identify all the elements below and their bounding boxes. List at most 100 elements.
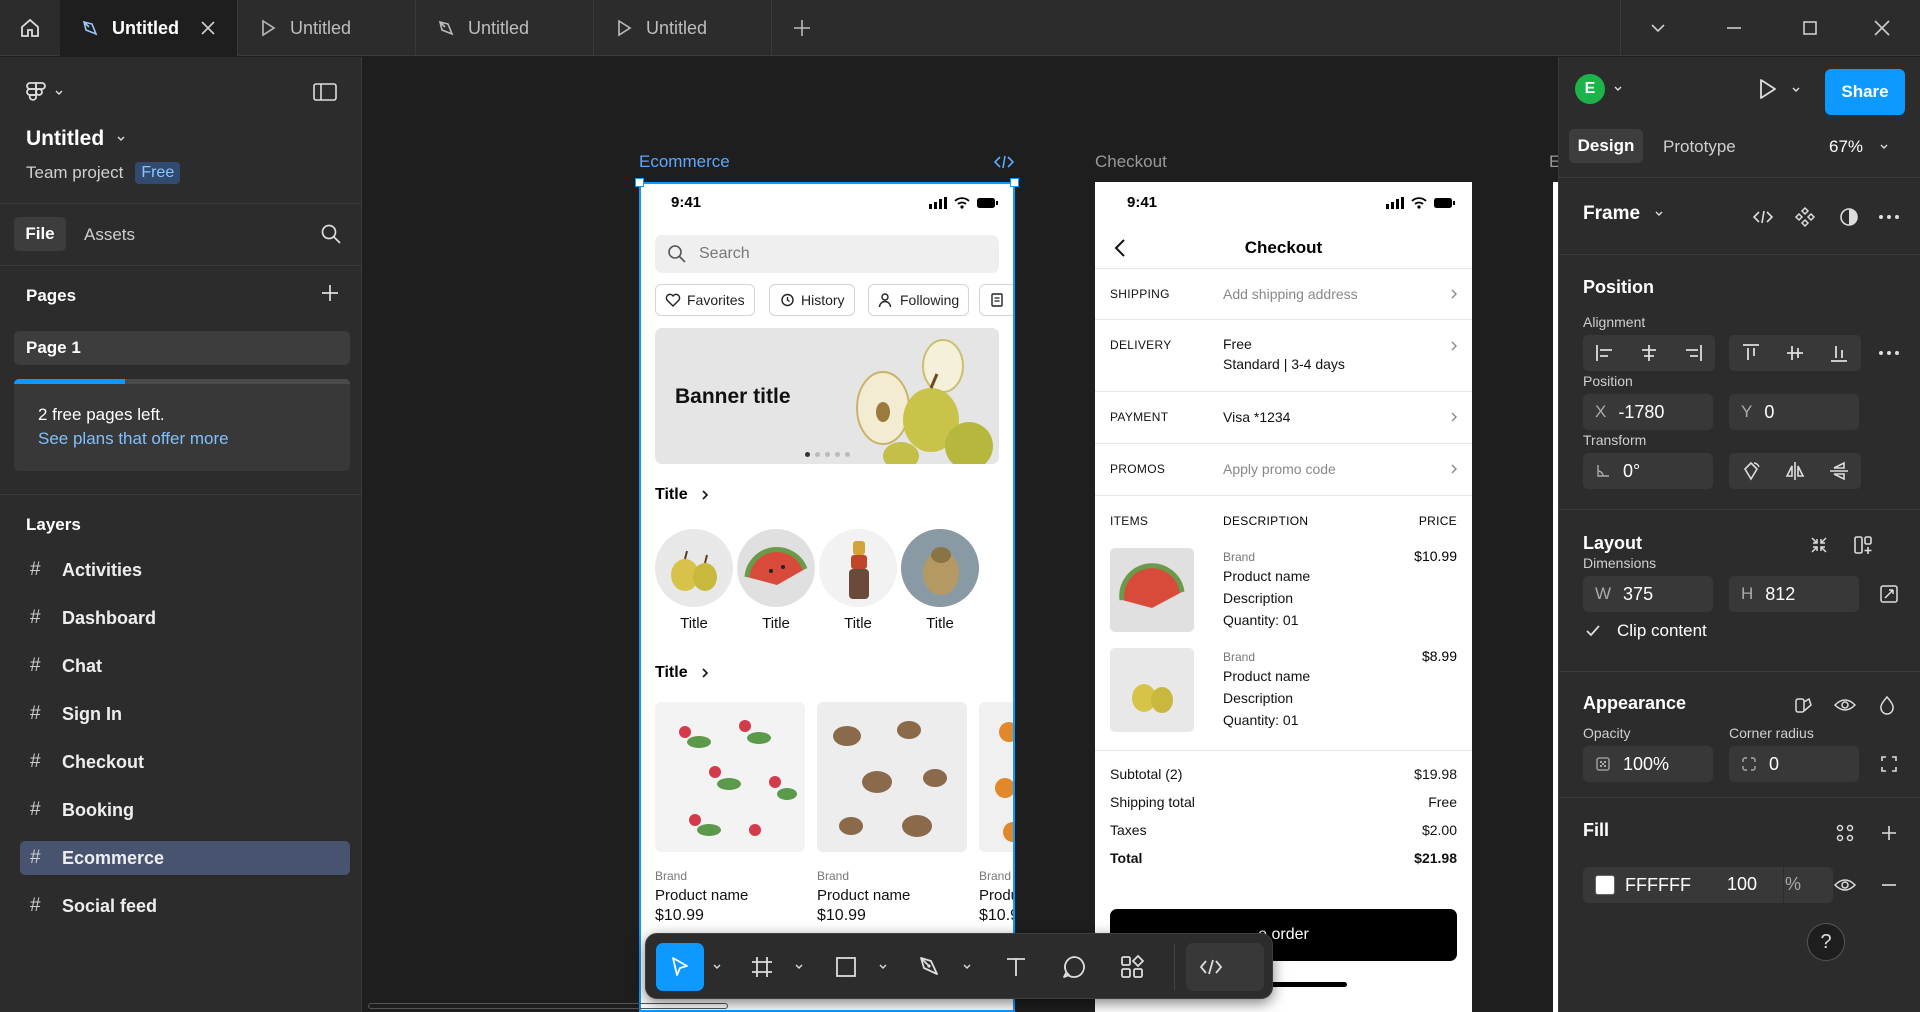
chip-more[interactable] xyxy=(979,284,1015,316)
layer-dashboard[interactable]: # Dashboard xyxy=(20,601,350,635)
carousel-dots[interactable] xyxy=(805,452,850,457)
category-image[interactable] xyxy=(819,529,897,607)
more-options-button[interactable] xyxy=(1871,199,1907,235)
file-title-button[interactable]: Untitled xyxy=(26,127,126,151)
actions-tool-button[interactable] xyxy=(1108,943,1156,991)
home-button[interactable] xyxy=(0,0,60,56)
x-position-input[interactable]: X -1780 xyxy=(1583,394,1713,430)
fill-swatch[interactable] xyxy=(1595,875,1615,895)
promos-row[interactable]: PROMOS Apply promo code xyxy=(1095,444,1472,496)
y-position-input[interactable]: Y0 xyxy=(1729,394,1859,430)
clip-content-checkbox[interactable]: Clip content xyxy=(1583,621,1707,641)
category-image[interactable] xyxy=(655,529,733,607)
close-icon[interactable] xyxy=(199,19,217,37)
add-fill-button[interactable] xyxy=(1871,815,1907,851)
dev-mode-toggle[interactable] xyxy=(1186,943,1264,991)
avatar[interactable]: E xyxy=(1575,74,1605,104)
align-left-icon[interactable] xyxy=(1594,342,1616,364)
category-image[interactable] xyxy=(737,529,815,607)
shipping-row[interactable]: SHIPPING Add shipping address xyxy=(1095,268,1472,320)
align-center-horizontal-icon[interactable] xyxy=(1638,342,1660,364)
search-button[interactable] xyxy=(320,223,342,245)
product-image[interactable] xyxy=(655,702,805,852)
opacity-input[interactable]: 100% xyxy=(1583,746,1713,782)
new-tab-button[interactable] xyxy=(772,0,832,56)
text-tool-button[interactable] xyxy=(992,943,1040,991)
prototype-tab[interactable]: Prototype xyxy=(1663,137,1736,157)
layer-chat[interactable]: # Chat xyxy=(20,649,350,683)
flip-horizontal-icon[interactable] xyxy=(1784,460,1806,482)
category-image[interactable] xyxy=(901,529,979,607)
code-button[interactable] xyxy=(1745,199,1781,235)
code-icon[interactable] xyxy=(993,154,1015,170)
share-button[interactable]: Share xyxy=(1825,69,1905,115)
resize-handle[interactable] xyxy=(1010,178,1019,187)
resize-to-fit-button[interactable] xyxy=(1871,576,1907,612)
checkout-frame[interactable]: 9:41 Checkout SHIPPING Add shipping addr… xyxy=(1095,182,1472,1012)
variable-modes-button[interactable] xyxy=(1785,687,1821,723)
comment-tool-button[interactable] xyxy=(1050,943,1098,991)
product-image[interactable] xyxy=(979,702,1015,852)
section-header[interactable]: Title xyxy=(655,664,710,682)
window-close-button[interactable] xyxy=(1844,0,1920,56)
individual-corners-button[interactable] xyxy=(1871,746,1907,782)
pen-tool-dropdown[interactable] xyxy=(956,943,978,991)
add-page-button[interactable] xyxy=(320,283,340,303)
zoom-control[interactable]: 67% xyxy=(1829,137,1889,157)
page-item[interactable]: Page 1 xyxy=(14,331,350,365)
align-right-icon[interactable] xyxy=(1682,342,1704,364)
minimize-button[interactable] xyxy=(1696,0,1772,56)
see-plans-link[interactable]: See plans that offer more xyxy=(38,429,229,449)
frame-label-checkout[interactable]: Checkout xyxy=(1095,152,1167,172)
assets-tab[interactable]: Assets xyxy=(84,225,135,245)
tab-untitled-4[interactable]: Untitled xyxy=(594,0,772,56)
rotation-input[interactable]: 0° xyxy=(1583,453,1713,489)
fill-color-input[interactable]: FFFFFF 100 % xyxy=(1583,867,1833,903)
visibility-button[interactable] xyxy=(1827,687,1863,723)
tab-untitled-3[interactable]: Untitled xyxy=(416,0,594,56)
pen-tool-button[interactable] xyxy=(906,943,954,991)
styles-button[interactable] xyxy=(1827,815,1863,851)
resize-handle[interactable] xyxy=(635,178,644,187)
layer-social-feed[interactable]: # Social feed xyxy=(20,889,350,923)
layer-checkout[interactable]: # Checkout xyxy=(20,745,350,779)
layer-ecommerce[interactable]: # Ecommerce xyxy=(20,841,350,875)
present-button[interactable] xyxy=(1755,77,1779,101)
shape-tool-button[interactable] xyxy=(822,943,870,991)
tab-untitled-2[interactable]: Untitled xyxy=(238,0,416,56)
frame-label-ecommerce[interactable]: Ecommerce xyxy=(639,152,730,172)
frame-tool-button[interactable] xyxy=(738,943,786,991)
flip-vertical-icon[interactable] xyxy=(1828,460,1850,482)
mask-button[interactable] xyxy=(1831,199,1867,235)
main-menu-button[interactable] xyxy=(26,81,64,105)
file-tab[interactable]: File xyxy=(14,217,66,251)
section-header[interactable]: Title xyxy=(655,486,710,504)
help-button[interactable]: ? xyxy=(1807,923,1845,961)
corner-radius-input[interactable]: 0 xyxy=(1729,746,1859,782)
auto-layout-button[interactable] xyxy=(1845,527,1881,563)
tab-untitled-1[interactable]: Untitled xyxy=(60,0,238,56)
layer-sign-in[interactable]: # Sign In xyxy=(20,697,350,731)
payment-row[interactable]: PAYMENT Visa *1234 xyxy=(1095,392,1472,444)
delivery-row[interactable]: DELIVERY Free Standard | 3-4 days xyxy=(1095,320,1472,392)
remove-fill-button[interactable] xyxy=(1871,867,1907,903)
user-menu[interactable]: E xyxy=(1575,74,1623,104)
more-alignment-button[interactable] xyxy=(1871,335,1907,371)
toggle-sidebar-button[interactable] xyxy=(312,81,338,103)
height-input[interactable]: H 812 xyxy=(1729,576,1859,612)
banner[interactable]: Banner title xyxy=(655,328,999,464)
chip-following[interactable]: Following xyxy=(868,284,970,316)
chip-history[interactable]: History xyxy=(769,284,855,316)
search-input[interactable]: Search xyxy=(655,235,999,273)
ecommerce-frame[interactable]: 9:41 Search Favorites History Following … xyxy=(639,182,1015,1012)
move-tool-dropdown[interactable] xyxy=(706,943,728,991)
width-input[interactable]: W 375 xyxy=(1583,576,1713,612)
plan-badge[interactable]: Free xyxy=(135,162,181,184)
canvas[interactable]: Ecommerce Checkout 9:41 Search Favorites… xyxy=(363,57,1558,1012)
move-tool-button[interactable] xyxy=(656,943,704,991)
next-frame-label[interactable]: E xyxy=(1549,152,1558,172)
align-middle-icon[interactable] xyxy=(1784,342,1806,364)
present-dropdown[interactable] xyxy=(1791,85,1801,95)
fill-visibility-button[interactable] xyxy=(1827,867,1863,903)
frame-tool-dropdown[interactable] xyxy=(788,943,810,991)
